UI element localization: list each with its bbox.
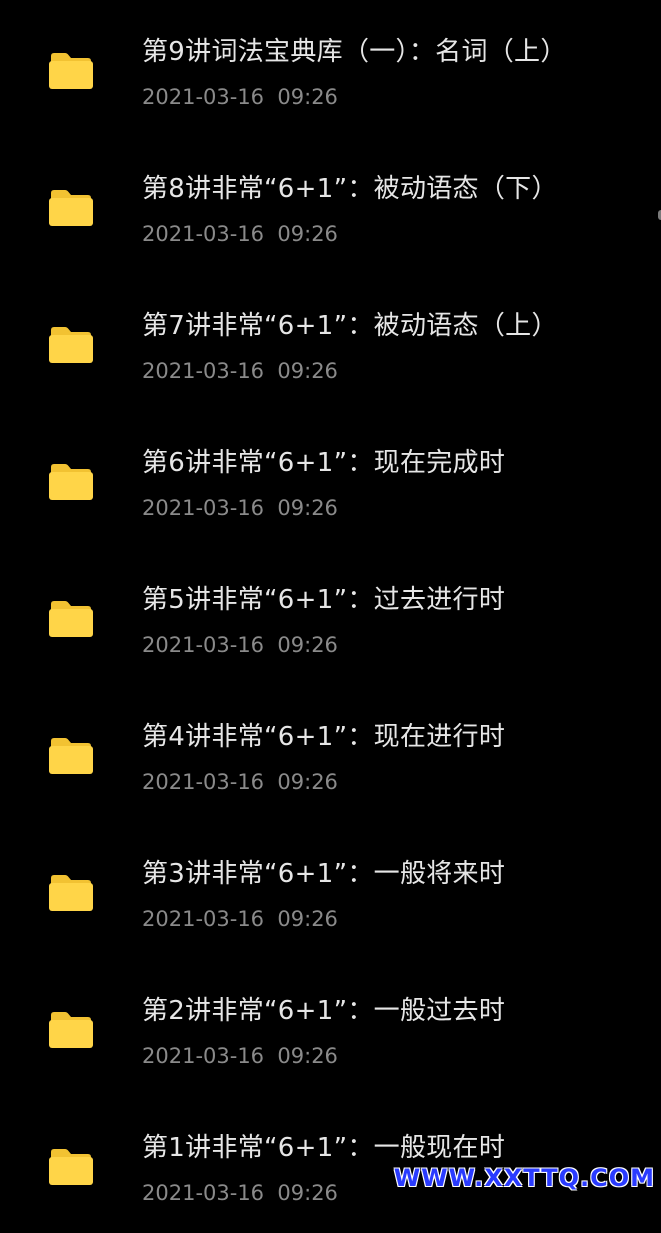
folder-date: 2021-03-16 09:26 bbox=[142, 222, 338, 246]
list-item[interactable]: 第4讲非常“6+1”：现在进行时 2021-03-16 09:26 bbox=[0, 685, 661, 822]
folder-date: 2021-03-16 09:26 bbox=[142, 1044, 338, 1068]
folder-icon bbox=[48, 874, 94, 912]
folder-date: 2021-03-16 09:26 bbox=[142, 770, 338, 794]
folder-icon bbox=[48, 52, 94, 90]
list-item[interactable]: 第7讲非常“6+1”：被动语态（上） 2021-03-16 09:26 bbox=[0, 274, 661, 411]
folder-date: 2021-03-16 09:26 bbox=[142, 1181, 338, 1205]
folder-title: 第7讲非常“6+1”：被动语态（上） bbox=[142, 311, 558, 341]
folder-date: 2021-03-16 09:26 bbox=[142, 85, 338, 109]
list-item[interactable]: 第5讲非常“6+1”：过去进行时 2021-03-16 09:26 bbox=[0, 548, 661, 685]
list-item[interactable]: 第6讲非常“6+1”：现在完成时 2021-03-16 09:26 bbox=[0, 411, 661, 548]
list-item[interactable]: 第8讲非常“6+1”：被动语态（下） 2021-03-16 09:26 bbox=[0, 137, 661, 274]
folder-title: 第9讲词法宝典库（一）：名词（上） bbox=[142, 37, 567, 67]
folder-icon bbox=[48, 1148, 94, 1186]
folder-title: 第2讲非常“6+1”：一般过去时 bbox=[142, 996, 506, 1026]
folder-icon bbox=[48, 189, 94, 227]
folder-icon bbox=[48, 326, 94, 364]
folder-date: 2021-03-16 09:26 bbox=[142, 496, 338, 520]
folder-icon bbox=[48, 1011, 94, 1049]
folder-title: 第6讲非常“6+1”：现在完成时 bbox=[142, 448, 506, 478]
folder-title: 第3讲非常“6+1”：一般将来时 bbox=[142, 859, 506, 889]
list-item[interactable]: 第3讲非常“6+1”：一般将来时 2021-03-16 09:26 bbox=[0, 822, 661, 959]
list-item[interactable]: 第9讲词法宝典库（一）：名词（上） 2021-03-16 09:26 bbox=[0, 0, 661, 137]
folder-icon bbox=[48, 600, 94, 638]
folder-date: 2021-03-16 09:26 bbox=[142, 359, 338, 383]
folder-date: 2021-03-16 09:26 bbox=[142, 907, 338, 931]
folder-date: 2021-03-16 09:26 bbox=[142, 633, 338, 657]
folder-icon bbox=[48, 463, 94, 501]
folder-title: 第5讲非常“6+1”：过去进行时 bbox=[142, 585, 506, 615]
folder-icon bbox=[48, 737, 94, 775]
folder-title: 第1讲非常“6+1”：一般现在时 bbox=[142, 1133, 506, 1163]
list-item[interactable]: 第2讲非常“6+1”：一般过去时 2021-03-16 09:26 bbox=[0, 959, 661, 1096]
folder-title: 第8讲非常“6+1”：被动语态（下） bbox=[142, 174, 558, 204]
folder-title: 第4讲非常“6+1”：现在进行时 bbox=[142, 722, 506, 752]
watermark-text: WWW.XXTTQ.COM bbox=[393, 1164, 655, 1192]
